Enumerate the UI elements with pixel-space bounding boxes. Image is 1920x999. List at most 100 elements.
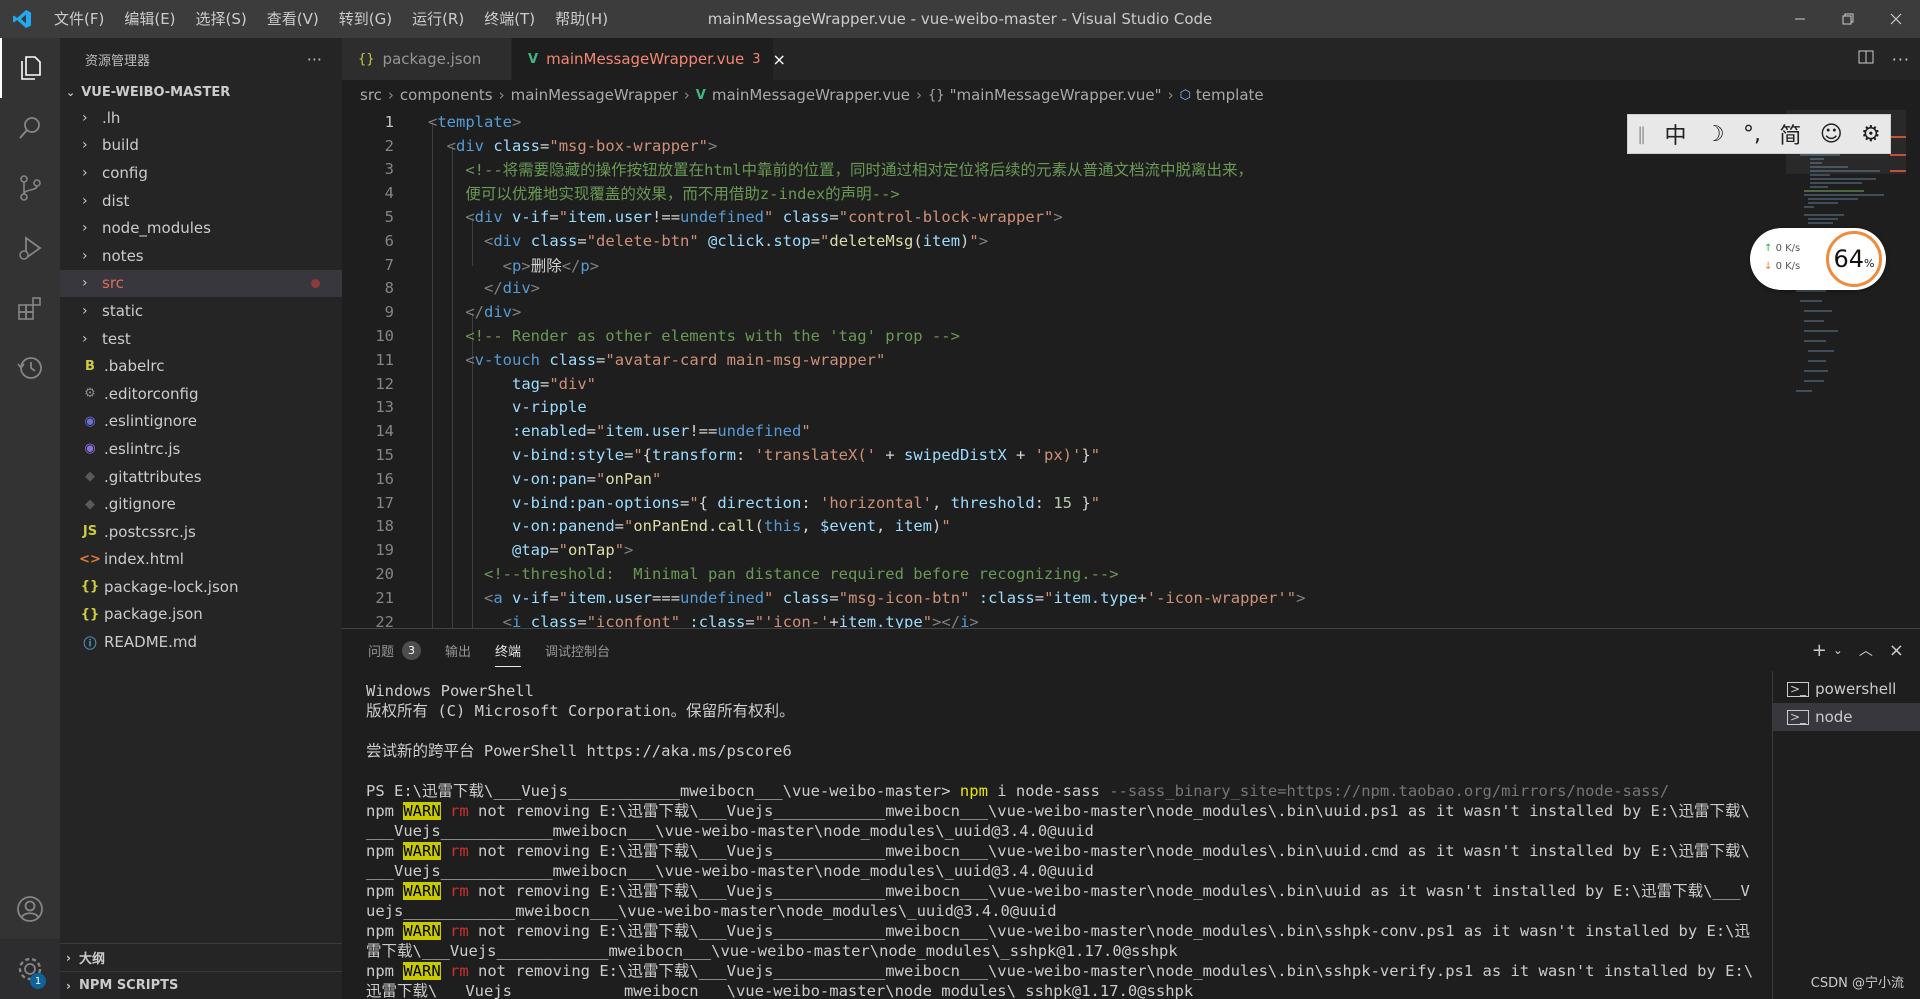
explorer-icon[interactable]	[0, 38, 60, 98]
minimap[interactable]	[1786, 110, 1906, 510]
menu-selection[interactable]: 选择(S)	[186, 0, 257, 38]
restore-button[interactable]	[1824, 0, 1872, 38]
menu-file[interactable]: 文件(F)	[44, 0, 114, 38]
chevron-down-icon[interactable]: ⌄	[1833, 643, 1843, 657]
split-editor-icon[interactable]	[1858, 49, 1874, 69]
folder-item[interactable]: › node_modules	[60, 214, 342, 242]
terminal-item-node[interactable]: >_ node	[1773, 703, 1920, 731]
folder-item[interactable]: › build	[60, 132, 342, 160]
breadcrumb-folder[interactable]: mainMessageWrapper	[511, 86, 678, 104]
folder-item[interactable]: › config	[60, 159, 342, 187]
tab-terminal[interactable]: 终端	[495, 629, 522, 671]
code-line: 12 tag="div"	[342, 372, 1742, 396]
code-line: 1 <template>	[342, 110, 1742, 134]
code-line: 6 <div class="delete-btn" @click.stop="d…	[342, 229, 1742, 253]
npm-prefix: npm	[366, 922, 394, 940]
file-item[interactable]: {} package.json	[60, 601, 342, 629]
line-number: 2	[384, 136, 394, 155]
line-number: 10	[375, 327, 394, 346]
vue-file-icon: V	[528, 51, 539, 67]
project-section-header[interactable]: ⌄ VUE-WEIBO-MASTER	[60, 80, 342, 104]
ime-emoji-icon[interactable]: ☺	[1820, 122, 1843, 147]
breadcrumb-components[interactable]: components	[400, 86, 493, 104]
line-number: 21	[375, 588, 394, 607]
ime-simplified[interactable]: 简	[1779, 118, 1801, 150]
file-item[interactable]: ◆ .gitattributes	[60, 463, 342, 491]
file-item[interactable]: <> index.html	[60, 546, 342, 574]
code-line: 3 <!--将需要隐藏的操作按钮放置在html中靠前的位置，同时通过相对定位将后…	[342, 158, 1742, 182]
file-type-icon: JS	[82, 524, 98, 540]
folder-item[interactable]: › notes	[60, 242, 342, 270]
more-actions-icon[interactable]: ···	[307, 50, 322, 69]
npm-prefix: npm	[366, 882, 394, 900]
breadcrumb-file[interactable]: mainMessageWrapper.vue	[712, 86, 910, 104]
window-controls	[1776, 0, 1920, 38]
ime-settings-icon[interactable]: ⚙	[1861, 122, 1881, 147]
file-item[interactable]: ◉ .eslintignore	[60, 408, 342, 436]
settings-gear-icon[interactable]: 1	[0, 939, 60, 999]
file-item[interactable]: B .babelrc	[60, 352, 342, 380]
breadcrumb-symbol[interactable]: "mainMessageWrapper.vue"	[950, 86, 1162, 104]
breadcrumb-src[interactable]: src	[360, 86, 382, 104]
tab-problems[interactable]: 问题 3	[368, 629, 422, 671]
account-icon[interactable]	[0, 879, 60, 939]
maximize-panel-icon[interactable]: ︿	[1859, 640, 1873, 660]
code-line: 15 v-bind:style="{transform: 'translateX…	[342, 443, 1742, 467]
editor-tabs: {} package.json V mainMessageWrapper.vue…	[342, 38, 1920, 80]
folder-item[interactable]: › dist	[60, 187, 342, 215]
more-actions-icon[interactable]: ···	[1892, 50, 1910, 69]
new-terminal-icon[interactable]: +	[1812, 640, 1827, 661]
file-item[interactable]: ◆ .gitignore	[60, 490, 342, 518]
menu-edit[interactable]: 编辑(E)	[114, 0, 185, 38]
npm-scripts-section-header[interactable]: › NPM SCRIPTS	[60, 971, 342, 999]
close-panel-icon[interactable]: ×	[1889, 640, 1904, 661]
menu-view[interactable]: 查看(V)	[257, 0, 329, 38]
ime-chinese-mode[interactable]: 中	[1665, 118, 1687, 150]
terminal-command-line: PS E:\迅雷下载\___Vuejs____________mweibocn_…	[366, 781, 1776, 801]
terminal-line: Windows PowerShell	[366, 682, 534, 700]
folder-item[interactable]: › static	[60, 297, 342, 325]
extensions-icon[interactable]	[0, 278, 60, 338]
network-speed-widget[interactable]: ↑ 0 K/s ↓ 0 K/s 64%	[1750, 228, 1886, 290]
close-window-button[interactable]	[1872, 0, 1920, 38]
folder-item[interactable]: › test	[60, 325, 342, 353]
folder-item[interactable]: › src	[60, 269, 342, 298]
tab-main-message-wrapper[interactable]: V mainMessageWrapper.vue 3 ×	[512, 38, 786, 80]
code-editor[interactable]: 1 <template> 2 <div class="msg-box-wrappe…	[342, 110, 1920, 628]
menu-terminal[interactable]: 终端(T)	[474, 0, 545, 38]
terminal-output[interactable]: Windows PowerShell 版权所有 (C) Microsoft Cor…	[366, 681, 1776, 999]
menu-help[interactable]: 帮助(H)	[545, 0, 618, 38]
template-symbol-icon: ⬡	[1179, 87, 1191, 103]
menu-run[interactable]: 运行(R)	[402, 0, 474, 38]
file-item[interactable]: ◉ .eslintrc.js	[60, 435, 342, 463]
code-line: 9 </div>	[342, 300, 1742, 324]
tab-output[interactable]: 输出	[445, 629, 471, 671]
run-debug-icon[interactable]	[0, 218, 60, 278]
chevron-right-icon: ›	[916, 86, 923, 104]
ime-punctuation-icon[interactable]: °,	[1743, 122, 1761, 147]
source-control-icon[interactable]	[0, 158, 60, 218]
outline-section-header[interactable]: › 大纲	[60, 943, 342, 971]
file-item[interactable]: {} package-lock.json	[60, 573, 342, 601]
terminal-line: ___Vuejs____________mweibocn___\vue-weib…	[366, 862, 1094, 880]
menu-go[interactable]: 转到(G)	[329, 0, 402, 38]
terminal-line: 雷下载\___Vuejs____________mweibocn___\vue-…	[366, 942, 1178, 960]
timeline-icon[interactable]	[0, 338, 60, 398]
minimize-button[interactable]	[1776, 0, 1824, 38]
file-item[interactable]: ⓘ README.md	[60, 628, 342, 656]
ime-drag-handle[interactable]: ‖	[1637, 124, 1646, 145]
folder-item[interactable]: › .lh	[60, 104, 342, 132]
tab-package-json[interactable]: {} package.json	[342, 38, 512, 80]
tab-debug-console[interactable]: 调试控制台	[545, 629, 610, 671]
close-icon[interactable]: ×	[773, 50, 786, 69]
search-icon[interactable]	[0, 98, 60, 158]
file-item[interactable]: ⚙ .editorconfig	[60, 380, 342, 408]
panel-tabs: 问题 3 输出 终端 调试控制台	[342, 629, 1920, 671]
chevron-right-icon: ›	[82, 330, 88, 347]
breadcrumb-template[interactable]: template	[1196, 86, 1264, 104]
ime-halfwidth-icon[interactable]: ☽	[1705, 122, 1725, 147]
file-item[interactable]: JS .postcssrc.js	[60, 518, 342, 546]
terminal-line: 尝试新的跨平台 PowerShell https://aka.ms/pscore…	[366, 742, 792, 760]
line-number: 5	[384, 208, 394, 227]
terminal-item-powershell[interactable]: >_ powershell	[1773, 675, 1920, 703]
